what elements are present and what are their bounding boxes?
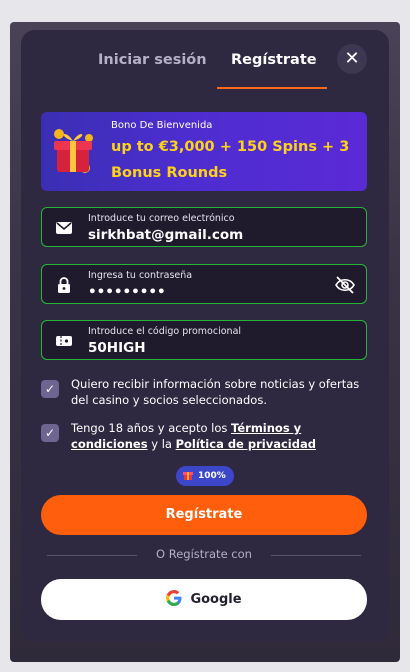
ticket-icon: [56, 336, 72, 346]
google-icon: [166, 590, 182, 606]
password-label: Ingresa tu contraseña: [88, 270, 193, 281]
close-icon: ✕: [344, 48, 360, 69]
register-submit-button[interactable]: Regístrate: [41, 495, 367, 535]
terms-consent-checkbox[interactable]: ✓: [41, 424, 59, 442]
promo-code-field[interactable]: Introduce el código promocional 50HIGH: [41, 320, 367, 360]
check-icon: ✓: [44, 382, 56, 396]
active-tab-indicator: [217, 87, 327, 89]
auth-tabs: Iniciar sesión Regístrate: [21, 30, 389, 92]
divider-text: O Regístrate con: [156, 547, 252, 561]
registration-modal: Iniciar sesión Regístrate ✕ Bono De Bien…: [21, 30, 389, 642]
terms-middle: y la: [147, 437, 176, 451]
email-field[interactable]: Introduce tu correo electrónico sirkhbat…: [41, 207, 367, 247]
gift-box-icon: [54, 129, 93, 173]
eye-off-icon[interactable]: [334, 275, 356, 295]
close-button[interactable]: ✕: [337, 44, 367, 74]
alt-signup-divider: O Regístrate con: [41, 547, 367, 563]
marketing-consent-checkbox[interactable]: ✓: [41, 380, 59, 398]
google-signup-button[interactable]: Google: [41, 579, 367, 620]
marketing-consent-row: ✓ Quiero recibir información sobre notic…: [41, 376, 367, 410]
password-field[interactable]: Ingresa tu contraseña •••••••••: [41, 264, 367, 304]
promo-value: 50HIGH: [88, 340, 146, 356]
check-icon: ✓: [44, 426, 56, 440]
terms-consent-text: Tengo 18 años y acepto los Términos y co…: [71, 420, 361, 452]
welcome-bonus-banner: Bono De Bienvenida up to €3,000 + 150 Sp…: [41, 112, 367, 191]
bonus-title: up to €3,000 + 150 Spins + 3 Bonus Round…: [111, 139, 350, 181]
password-value: •••••••••: [88, 284, 166, 300]
privacy-link[interactable]: Política de privacidad: [176, 437, 316, 451]
email-label: Introduce tu correo electrónico: [88, 213, 235, 224]
tab-login[interactable]: Iniciar sesión: [98, 52, 207, 68]
tab-register[interactable]: Regístrate: [231, 52, 317, 68]
terms-prefix: Tengo 18 años y acepto los: [71, 421, 232, 435]
promo-label: Introduce el código promocional: [88, 326, 242, 337]
terms-consent-row: ✓ Tengo 18 años y acepto los Términos y …: [41, 420, 367, 454]
envelope-icon: [56, 222, 72, 234]
google-label: Google: [190, 592, 242, 607]
gift-icon: [183, 472, 193, 480]
bonus-subtitle: Bono De Bienvenida: [111, 120, 213, 131]
progress-value: 100%: [198, 471, 226, 481]
marketing-consent-text: Quiero recibir información sobre noticia…: [71, 377, 360, 407]
progress-badge: 100%: [176, 466, 234, 486]
email-value: sirkhbat@gmail.com: [88, 227, 244, 243]
lock-icon: [58, 277, 70, 293]
